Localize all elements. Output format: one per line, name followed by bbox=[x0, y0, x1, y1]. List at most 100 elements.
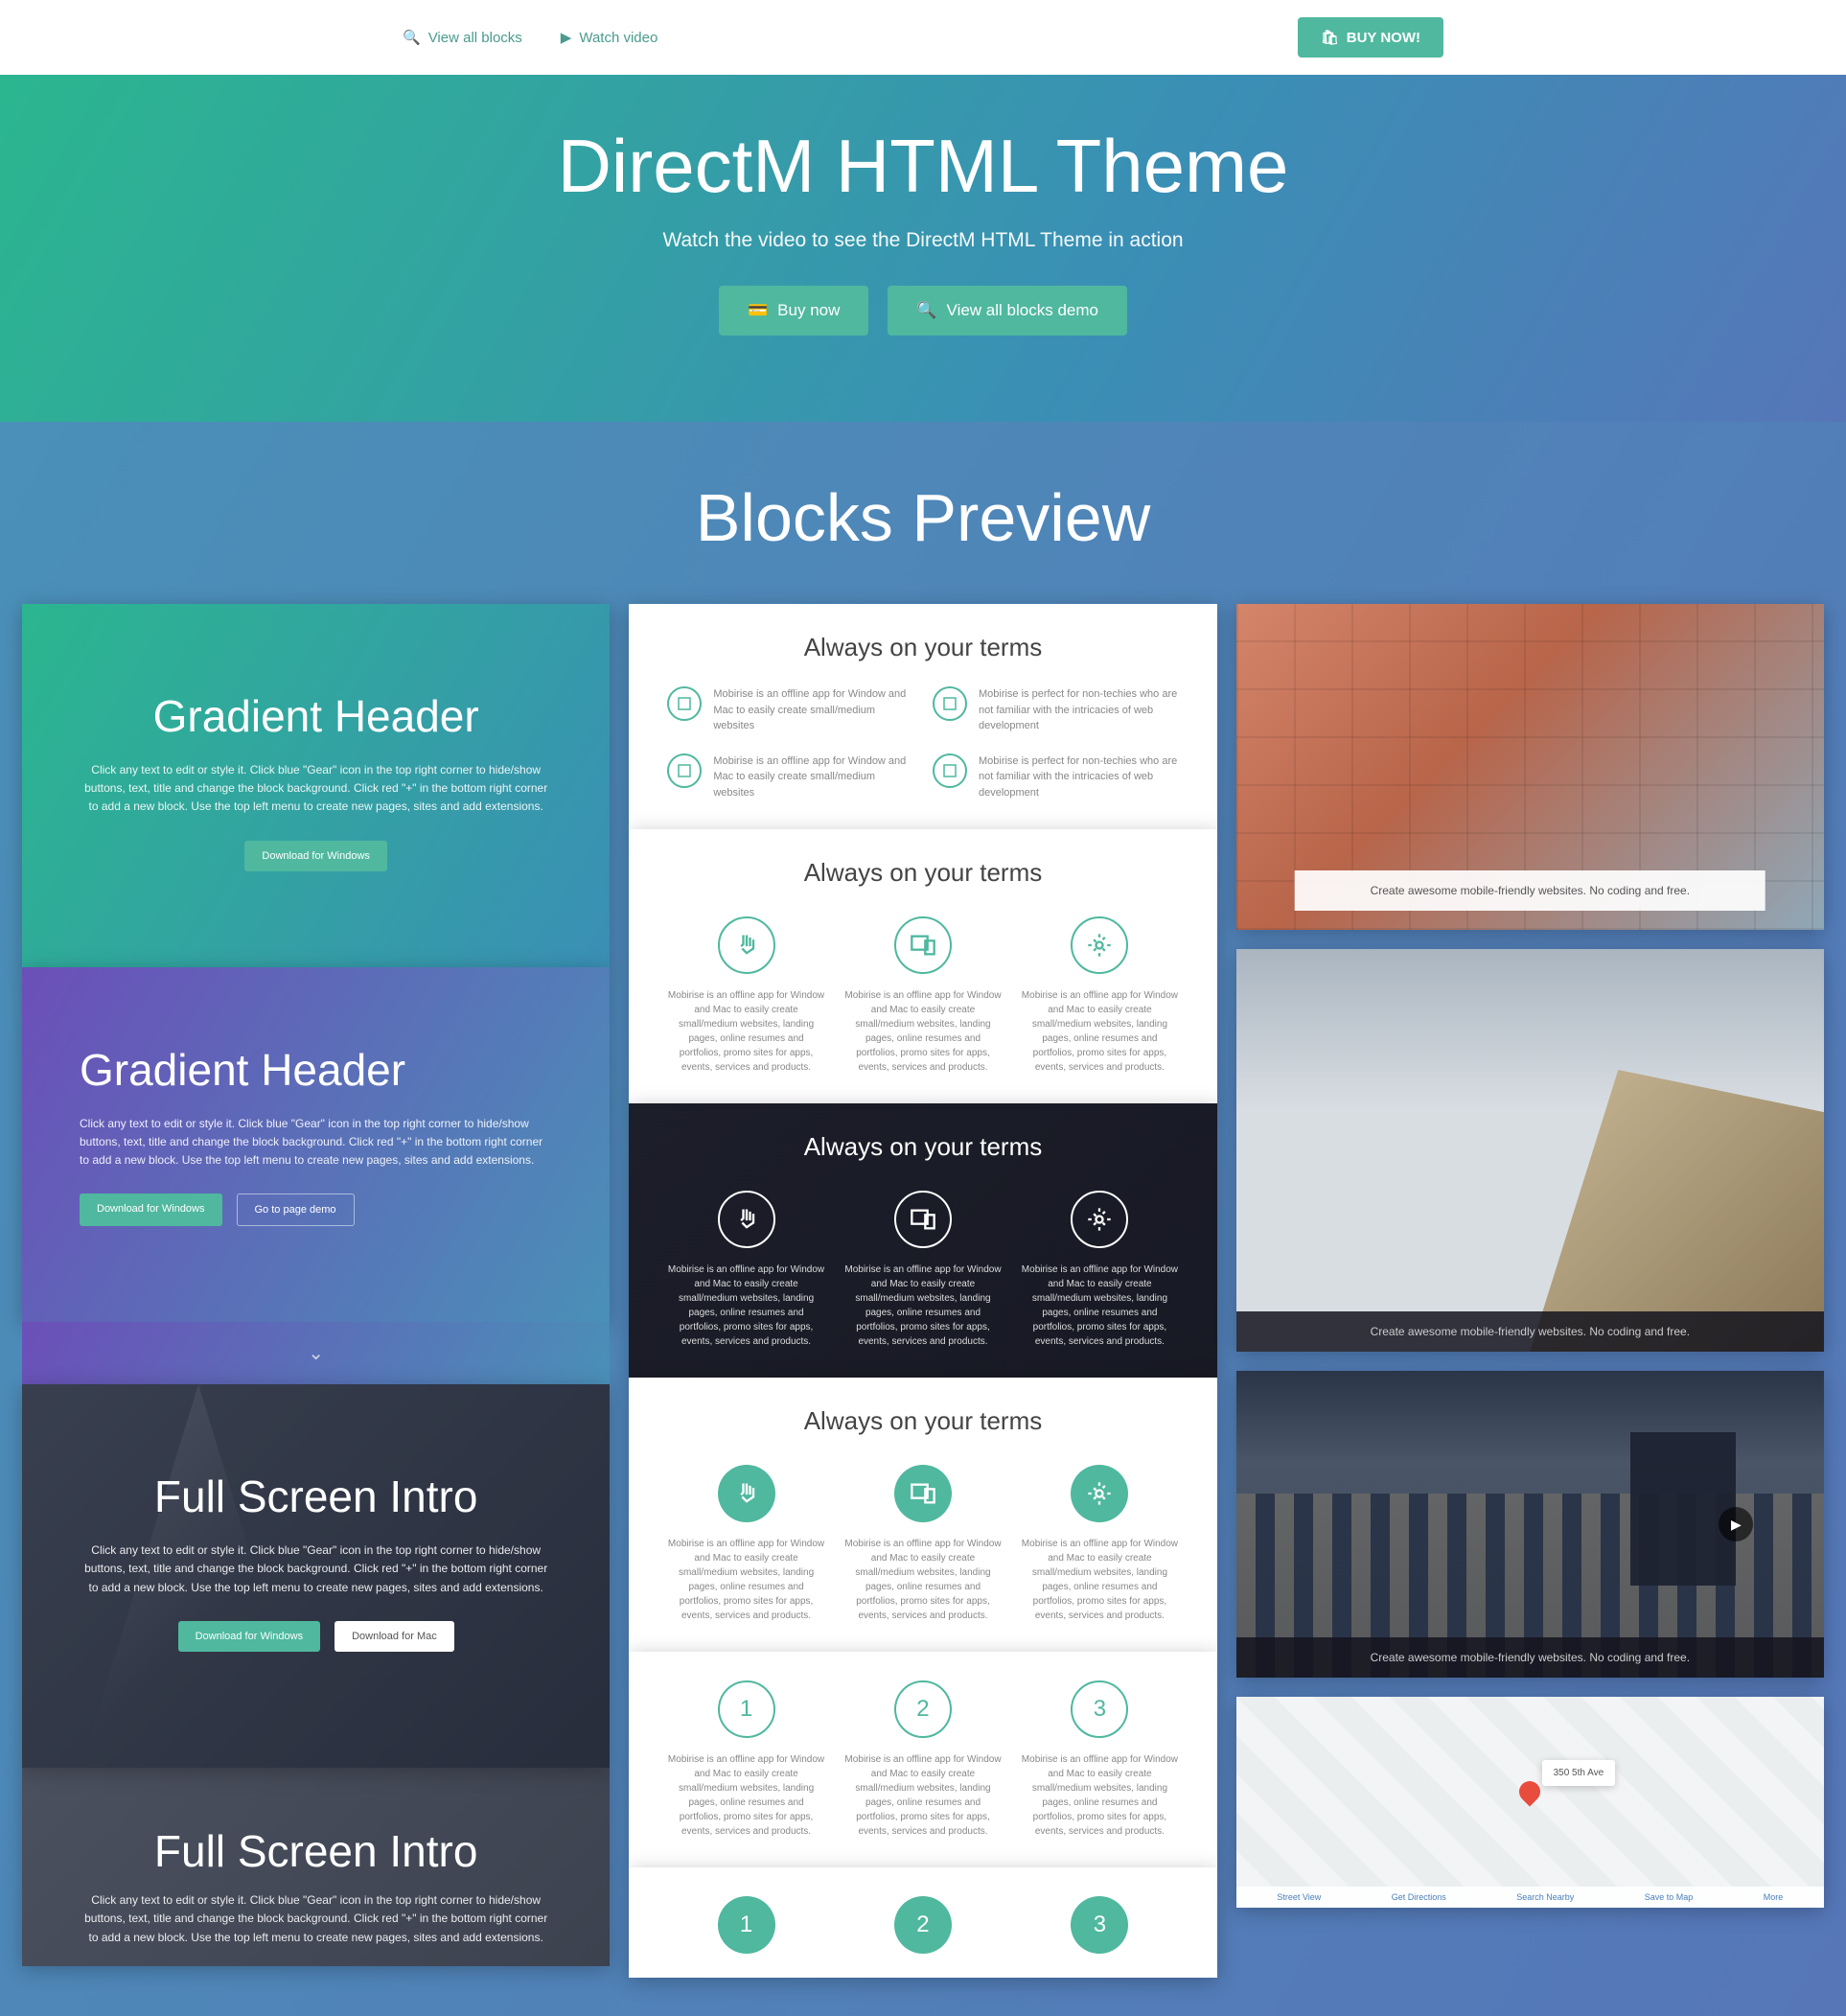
devices-icon bbox=[894, 916, 952, 974]
map-link[interactable]: Street View bbox=[1277, 1892, 1321, 1902]
feature-item: Mobirise is an offline app for Window an… bbox=[844, 1191, 1002, 1349]
feature-item: Mobirise is an offline app for Window an… bbox=[1021, 1465, 1178, 1623]
gradient-header-2[interactable]: Gradient Header Click any text to edit o… bbox=[22, 967, 610, 1323]
map-link[interactable]: More bbox=[1764, 1892, 1784, 1902]
feature-item: Mobirise is perfect for non-techies who … bbox=[933, 753, 1179, 801]
features3-grid: 1 Mobirise is an offline app for Window a… bbox=[667, 1680, 1178, 1839]
gradient1-desc: Click any text to edit or style it. Clic… bbox=[80, 761, 552, 817]
features-title: Always on your terms bbox=[667, 858, 1178, 888]
feature-item: 1Mobirise is an offline app for Window a… bbox=[667, 1680, 824, 1839]
intro1-desc: Click any text to edit or style it. Clic… bbox=[80, 1541, 552, 1597]
touch-icon bbox=[718, 916, 775, 974]
devices-icon bbox=[894, 1465, 952, 1522]
feature-item: Mobirise is an offline app for Window an… bbox=[844, 1465, 1002, 1623]
view-all-label: View all blocks bbox=[428, 30, 522, 46]
hero-blocks-button[interactable]: 🔍 View all blocks demo bbox=[888, 286, 1127, 336]
number-icon: 2 bbox=[894, 1896, 952, 1954]
gradient1-title: Gradient Header bbox=[80, 690, 552, 742]
feature-item: Mobirise is perfect for non-techies who … bbox=[933, 686, 1179, 734]
gradient2-buttons: Download for Windows Go to page demo bbox=[80, 1193, 552, 1226]
map-link[interactable]: Search Nearby bbox=[1516, 1892, 1574, 1902]
feature-text: Mobirise is an offline app for Window an… bbox=[1021, 988, 1178, 1075]
features3-grid: Mobirise is an offline app for Window an… bbox=[667, 1465, 1178, 1623]
features-3col-numbers[interactable]: 1 Mobirise is an offline app for Window a… bbox=[629, 1652, 1216, 1867]
go-demo-button[interactable]: Go to page demo bbox=[237, 1193, 355, 1226]
map-address: 350 5th Ave bbox=[1542, 1760, 1616, 1786]
features3-grid: Mobirise is an offline app for Window an… bbox=[667, 916, 1178, 1075]
intro2-title: Full Screen Intro bbox=[80, 1825, 552, 1877]
features-3col-solid[interactable]: Always on your terms Mobirise is an offl… bbox=[629, 1378, 1216, 1652]
map-card[interactable]: 350 5th Ave Street View Get Directions S… bbox=[1236, 1697, 1824, 1908]
feature-item: Mobirise is an offline app for Window an… bbox=[1021, 1191, 1178, 1349]
features-3col-numbers-solid[interactable]: 1 2 3 bbox=[629, 1867, 1216, 1978]
devices-icon bbox=[894, 1191, 952, 1248]
features-2x2[interactable]: Always on your terms Mobirise is an offl… bbox=[629, 604, 1216, 829]
hero-buy-label: Buy now bbox=[777, 301, 840, 320]
intro1-title: Full Screen Intro bbox=[80, 1471, 552, 1522]
gear-icon bbox=[1071, 1191, 1128, 1248]
wallet-icon: 💳 bbox=[748, 301, 768, 320]
features-3col-dark[interactable]: Always on your terms Mobirise is an offl… bbox=[629, 1103, 1216, 1378]
box-icon bbox=[933, 753, 967, 788]
number-icon: 1 bbox=[718, 1896, 775, 1954]
features-grid: Mobirise is an offline app for Window an… bbox=[667, 686, 1178, 800]
search-icon: 🔍 bbox=[403, 29, 421, 46]
view-all-blocks-link[interactable]: 🔍 View all blocks bbox=[403, 29, 522, 46]
download-windows-button[interactable]: Download for Windows bbox=[244, 841, 387, 871]
buy-now-label: BUY NOW! bbox=[1347, 30, 1420, 46]
gradient-header-1[interactable]: Gradient Header Click any text to edit o… bbox=[22, 604, 610, 967]
fullscreen-intro-1[interactable]: Full Screen Intro Click any text to edit… bbox=[22, 1384, 610, 1768]
video-card[interactable]: ▶ Create awesome mobile-friendly website… bbox=[1236, 1371, 1824, 1678]
feature-text: Mobirise is an offline app for Window an… bbox=[713, 753, 913, 801]
box-icon bbox=[667, 686, 702, 721]
play-icon[interactable]: ▶ bbox=[1719, 1507, 1753, 1541]
feature-item: Mobirise is an offline app for Window an… bbox=[1021, 916, 1178, 1075]
map-links: Street View Get Directions Search Nearby… bbox=[1236, 1887, 1824, 1908]
features3-grid: 1 2 3 bbox=[667, 1896, 1178, 1968]
image-card-1[interactable]: Create awesome mobile-friendly websites.… bbox=[1236, 604, 1824, 930]
topbar: 🔍 View all blocks ▶ Watch video 🛍 BUY NO… bbox=[0, 0, 1846, 75]
gear-icon bbox=[1071, 1465, 1128, 1522]
feature-item: 1 bbox=[667, 1896, 824, 1968]
feature-text: Mobirise is an offline app for Window an… bbox=[1021, 1537, 1178, 1623]
feature-text: Mobirise is an offline app for Window an… bbox=[667, 1537, 824, 1623]
feature-item: Mobirise is an offline app for Window an… bbox=[667, 1191, 824, 1349]
download-mac-button[interactable]: Download for Mac bbox=[335, 1621, 454, 1652]
feature-text: Mobirise is an offline app for Window an… bbox=[667, 1263, 824, 1349]
hero-buy-button[interactable]: 💳 Buy now bbox=[719, 286, 868, 336]
cityscape-image: ▶ bbox=[1236, 1371, 1824, 1678]
number-icon: 2 bbox=[894, 1680, 952, 1738]
number-icon: 1 bbox=[718, 1680, 775, 1738]
col-2: Always on your terms Mobirise is an offl… bbox=[629, 604, 1216, 1978]
gear-icon bbox=[1071, 916, 1128, 974]
download-windows-button[interactable]: Download for Windows bbox=[80, 1193, 222, 1226]
features-3col-outline[interactable]: Always on your terms Mobirise is an offl… bbox=[629, 829, 1216, 1103]
map-link[interactable]: Save to Map bbox=[1645, 1892, 1694, 1902]
watch-video-label: Watch video bbox=[579, 30, 658, 46]
touch-icon bbox=[718, 1191, 775, 1248]
feature-item: 2 bbox=[844, 1896, 1002, 1968]
search-icon: 🔍 bbox=[916, 301, 936, 320]
feature-text: Mobirise is perfect for non-techies who … bbox=[979, 753, 1179, 801]
hero-subtitle: Watch the video to see the DirectM HTML … bbox=[19, 229, 1827, 252]
feature-item: 3 bbox=[1021, 1896, 1178, 1968]
feature-text: Mobirise is an offline app for Window an… bbox=[844, 1263, 1002, 1349]
feature-text: Mobirise is an offline app for Window an… bbox=[1021, 1752, 1178, 1839]
feature-text: Mobirise is an offline app for Window an… bbox=[844, 988, 1002, 1075]
fullscreen-intro-2[interactable]: Full Screen Intro Click any text to edit… bbox=[22, 1768, 610, 1966]
col-3: Create awesome mobile-friendly websites.… bbox=[1236, 604, 1824, 1978]
image-caption: Create awesome mobile-friendly websites.… bbox=[1295, 870, 1765, 911]
feature-item: 2Mobirise is an offline app for Window a… bbox=[844, 1680, 1002, 1839]
download-windows-button[interactable]: Download for Windows bbox=[178, 1621, 321, 1652]
bag-icon: 🛍 bbox=[1321, 29, 1339, 46]
image-card-2[interactable]: Create awesome mobile-friendly websites.… bbox=[1236, 949, 1824, 1352]
map-link[interactable]: Get Directions bbox=[1392, 1892, 1446, 1902]
image-caption: Create awesome mobile-friendly websites.… bbox=[1236, 1311, 1824, 1352]
preview-grid: Gradient Header Click any text to edit o… bbox=[22, 604, 1824, 1978]
map-pin-icon bbox=[1515, 1776, 1545, 1806]
feature-text: Mobirise is an offline app for Window an… bbox=[667, 988, 824, 1075]
gradient2-desc: Click any text to edit or style it. Clic… bbox=[80, 1115, 552, 1170]
watch-video-link[interactable]: ▶ Watch video bbox=[561, 29, 658, 46]
blocks-preview-section: Blocks Preview Gradient Header Click any… bbox=[0, 422, 1846, 2016]
buy-now-button[interactable]: 🛍 BUY NOW! bbox=[1298, 17, 1443, 58]
